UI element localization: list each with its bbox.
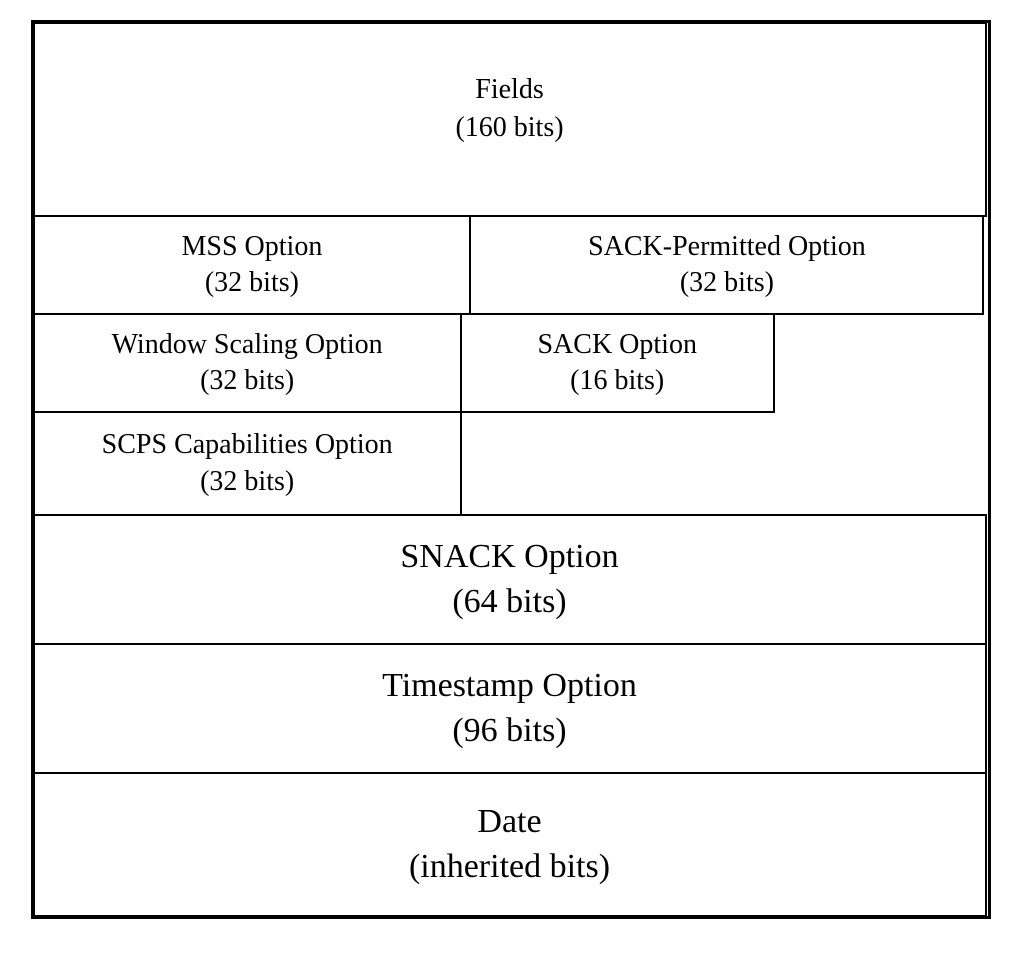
row-wscale-sackopt: Window Scaling Option (32 bits) SACK Opt… bbox=[34, 314, 988, 412]
date-name: Date bbox=[477, 800, 541, 844]
cell-window-scaling-option: Window Scaling Option (32 bits) bbox=[33, 313, 462, 413]
cell-empty-2 bbox=[460, 411, 985, 516]
cell-fields: Fields (160 bits) bbox=[33, 22, 987, 217]
cell-date: Date (inherited bits) bbox=[33, 772, 987, 917]
sack-option-bits: (16 bits) bbox=[570, 363, 664, 399]
row-snack: SNACK Option (64 bits) bbox=[34, 515, 988, 644]
cell-scps-capabilities-option: SCPS Capabilities Option (32 bits) bbox=[33, 411, 462, 516]
cell-empty-1 bbox=[774, 314, 984, 412]
sack-permitted-bits: (32 bits) bbox=[680, 265, 774, 301]
timestamp-bits: (96 bits) bbox=[452, 709, 566, 753]
date-bits: (inherited bits) bbox=[409, 845, 610, 889]
window-scaling-name: Window Scaling Option bbox=[112, 327, 383, 363]
scps-bits: (32 bits) bbox=[200, 464, 294, 500]
timestamp-name: Timestamp Option bbox=[382, 664, 637, 708]
cell-timestamp-option: Timestamp Option (96 bits) bbox=[33, 643, 987, 774]
row-mss-sack: MSS Option (32 bits) SACK-Permitted Opti… bbox=[34, 216, 988, 314]
row-fields: Fields (160 bits) bbox=[34, 23, 988, 216]
mss-name: MSS Option bbox=[182, 229, 323, 265]
row-scps: SCPS Capabilities Option (32 bits) bbox=[34, 412, 988, 515]
window-scaling-bits: (32 bits) bbox=[200, 363, 294, 399]
cell-sack-option: SACK Option (16 bits) bbox=[460, 313, 775, 413]
mss-bits: (32 bits) bbox=[205, 265, 299, 301]
row-timestamp: Timestamp Option (96 bits) bbox=[34, 644, 988, 773]
sack-permitted-name: SACK-Permitted Option bbox=[588, 229, 866, 265]
row-date: Date (inherited bits) bbox=[34, 773, 988, 916]
snack-name: SNACK Option bbox=[400, 535, 618, 579]
packet-structure-diagram: Fields (160 bits) MSS Option (32 bits) S… bbox=[31, 20, 991, 919]
scps-name: SCPS Capabilities Option bbox=[102, 427, 393, 463]
sack-option-name: SACK Option bbox=[537, 327, 696, 363]
cell-snack-option: SNACK Option (64 bits) bbox=[33, 514, 987, 645]
fields-name: Fields bbox=[475, 72, 543, 108]
fields-bits: (160 bits) bbox=[455, 110, 563, 146]
cell-sack-permitted-option: SACK-Permitted Option (32 bits) bbox=[469, 215, 984, 315]
cell-mss-option: MSS Option (32 bits) bbox=[33, 215, 472, 315]
snack-bits: (64 bits) bbox=[452, 580, 566, 624]
